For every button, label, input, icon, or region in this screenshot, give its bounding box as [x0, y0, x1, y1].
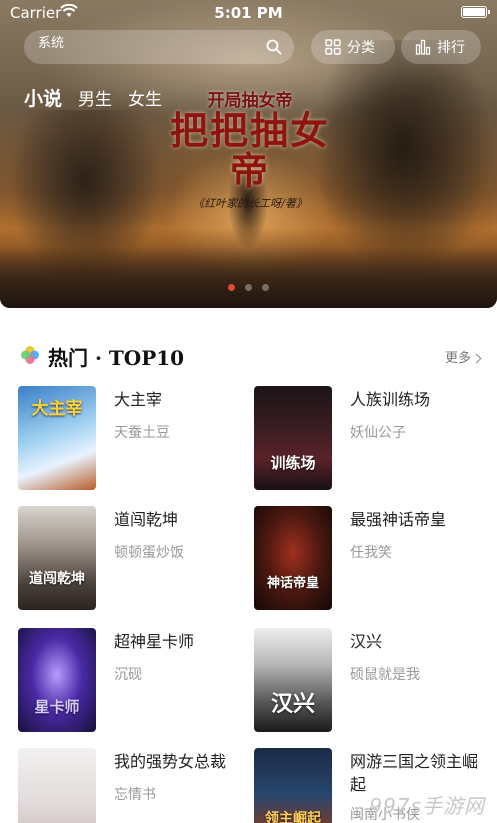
book-cover[interactable]: 大主宰 [18, 386, 96, 490]
tab-male[interactable]: 男生 [78, 85, 112, 110]
book-item[interactable]: 星卡师 超神星卡师 沉砚 [18, 628, 248, 732]
book-cover[interactable]: 星卡师 [18, 628, 96, 732]
banner-author-text: 《红叶家的长工呀/著》 [193, 196, 307, 210]
cover-title: 领主崛起 [265, 811, 321, 823]
bar-chart-icon [415, 39, 431, 55]
book-author: 沉砚 [114, 667, 142, 683]
battery-icon [461, 6, 490, 18]
carousel-dot[interactable] [228, 284, 235, 291]
section-title: 热门 · TOP10 [48, 346, 185, 370]
book-cover[interactable]: 汉兴 [254, 628, 332, 732]
tab-novel[interactable]: 小说 [24, 84, 62, 111]
book-title: 我的强势女总裁 [114, 752, 227, 771]
book-item[interactable]: 道闯乾坤 道闯乾坤 顿顿蛋炒饭 [18, 506, 248, 610]
pinwheel-icon [21, 346, 39, 364]
cover-title: 星卡师 [34, 698, 80, 716]
banner-main-text: 把把抽女帝 [169, 108, 330, 193]
search-icon[interactable] [266, 39, 282, 55]
book-author: 任我笑 [350, 545, 392, 561]
cover-title: 道闯乾坤 [29, 571, 85, 587]
book-title: 超神星卡师 [114, 632, 195, 651]
book-author: 忘情书 [114, 787, 156, 803]
search-input[interactable]: 系统 [24, 30, 294, 64]
ranking-button[interactable]: 排行 [401, 30, 481, 64]
category-button[interactable]: 分类 [311, 30, 395, 64]
book-item[interactable]: 大主宰 大主宰 天蚕土豆 [18, 386, 248, 490]
ranking-label: 排行 [437, 40, 465, 56]
book-item[interactable]: 汉兴 汉兴 硕鼠就是我 [254, 628, 484, 732]
book-cover[interactable]: 神话帝皇 [254, 506, 332, 610]
book-title: 道闯乾坤 [114, 510, 179, 529]
more-label: 更多 [444, 351, 471, 366]
book-author: 硕鼠就是我 [350, 667, 420, 683]
book-title: 人族训练场 [350, 390, 431, 409]
hot-top10-header: 热门 · TOP10 更多 [20, 342, 482, 372]
channel-tabs: 小说 男生 女生 [24, 84, 162, 111]
search-placeholder: 系统 [38, 36, 65, 51]
book-cover[interactable]: 领主崛起 [254, 748, 332, 823]
carousel-indicator[interactable] [0, 284, 497, 291]
carousel-dot[interactable] [245, 284, 252, 291]
status-bar: Carrier 5:01 PM [0, 0, 497, 26]
carousel-dot[interactable] [262, 284, 269, 291]
book-item[interactable]: 神话帝皇 最强神话帝皇 任我笑 [254, 506, 484, 610]
book-author: 顿顿蛋炒饭 [114, 545, 184, 561]
grid-icon [325, 39, 341, 55]
cover-title: 训练场 [270, 454, 316, 472]
cover-title: 汉兴 [270, 691, 315, 717]
book-item[interactable]: 我的强势女总裁 忘情书 [18, 748, 248, 823]
book-title: 最强神话帝皇 [350, 510, 447, 529]
clock: 5:01 PM [214, 4, 283, 22]
site-watermark: 997s手游网 [369, 794, 485, 818]
book-title: 汉兴 [350, 632, 383, 651]
banner-art-army [0, 228, 497, 308]
book-author: 天蚕土豆 [114, 425, 170, 441]
chevron-right-icon [471, 353, 482, 364]
book-cover[interactable]: 训练场 [254, 386, 332, 490]
banner-title-art: 开局抽女帝 把把抽女帝 《红叶家的长工呀/著》 [160, 86, 340, 211]
more-link[interactable]: 更多 [444, 347, 482, 366]
book-title: 大主宰 [114, 390, 163, 409]
book-item[interactable]: 训练场 人族训练场 妖仙公子 [254, 386, 484, 490]
cover-title: 大主宰 [31, 399, 83, 419]
hero-banner[interactable]: Carrier 5:01 PM 系统 分类 排行 小说 男生 女生 开局抽女帝 … [0, 0, 497, 308]
book-author: 妖仙公子 [350, 425, 406, 441]
cover-title: 神话帝皇 [266, 576, 319, 591]
book-cover[interactable]: 道闯乾坤 [18, 506, 96, 610]
tab-female[interactable]: 女生 [128, 85, 162, 110]
book-cover[interactable] [18, 748, 96, 823]
category-label: 分类 [347, 40, 375, 56]
